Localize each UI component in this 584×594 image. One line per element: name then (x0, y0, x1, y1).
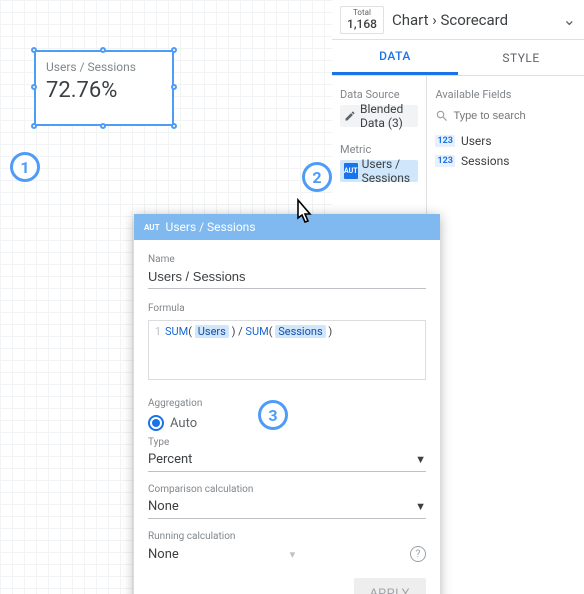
tab-data[interactable]: DATA (332, 40, 458, 75)
data-source-name: Blended Data (3) (360, 102, 414, 130)
editor-body: Name Formula 1 SUM( Users ) / SUM( Sessi… (134, 240, 440, 594)
resize-handle[interactable] (171, 84, 177, 90)
numeric-icon: 123 (435, 135, 455, 147)
editor-type-badge: AUT (144, 223, 160, 232)
metric-type-badge: AUT (344, 163, 358, 179)
resize-handle[interactable] (171, 123, 177, 129)
callout-2: 2 (302, 162, 332, 192)
formula-code: SUM( Users ) / SUM( Sessions ) (165, 325, 332, 375)
formula-label: Formula (148, 303, 426, 314)
pointer-cursor-icon (289, 198, 319, 236)
field-search[interactable] (435, 105, 584, 127)
available-fields-label: Available Fields (435, 88, 584, 101)
running-select[interactable]: None▾? (148, 542, 426, 566)
comparison-select[interactable]: None▼ (148, 495, 426, 519)
chevron-down-icon[interactable]: ⌄ (563, 10, 576, 29)
search-icon (435, 109, 449, 123)
tab-style[interactable]: STYLE (458, 40, 584, 75)
calculated-field-editor: AUT Users / Sessions Name Formula 1 SUM(… (134, 214, 440, 594)
data-source-chip[interactable]: Blended Data (3) (340, 105, 418, 127)
dropdown-icon: ▾ (290, 548, 296, 561)
scorecard-chart[interactable]: Users / Sessions 72.76% (34, 50, 174, 126)
callout-1: 1 (10, 152, 40, 182)
data-source-label: Data Source (340, 88, 418, 101)
metric-chip[interactable]: AUT Users / Sessions (340, 160, 418, 182)
type-label: Type (148, 437, 426, 448)
app-root: Users / Sessions 72.76% 1 Total 1,168 Ch… (0, 0, 584, 594)
numeric-icon: 123 (435, 155, 455, 167)
field-item-sessions[interactable]: 123Sessions (435, 151, 584, 171)
resize-handle[interactable] (31, 84, 37, 90)
name-label: Name (148, 254, 426, 265)
panel-header: Total 1,168 Chart › Scorecard ⌄ (332, 0, 584, 40)
scorecard-value: 72.76% (46, 78, 162, 103)
total-label: Total (347, 9, 377, 17)
line-gutter: 1 (153, 325, 165, 375)
resize-handle[interactable] (31, 123, 37, 129)
field-search-input[interactable] (453, 110, 584, 122)
metric-name: Users / Sessions (362, 157, 415, 185)
comparison-label: Comparison calculation (148, 484, 426, 495)
available-fields-column: Available Fields 123Users 123Sessions (427, 76, 584, 594)
name-input[interactable] (148, 265, 426, 289)
callout-3: 3 (258, 400, 288, 430)
dropdown-icon: ▼ (415, 453, 426, 466)
apply-button[interactable]: APPLY (354, 578, 426, 594)
resize-handle[interactable] (171, 47, 177, 53)
type-select[interactable]: Percent▼ (148, 448, 426, 472)
running-label: Running calculation (148, 531, 426, 542)
pencil-icon (344, 108, 356, 124)
breadcrumb[interactable]: Chart › Scorecard (392, 11, 563, 29)
radio-icon (148, 415, 164, 431)
scorecard-title: Users / Sessions (46, 60, 162, 74)
dropdown-icon: ▼ (415, 500, 426, 513)
field-item-users[interactable]: 123Users (435, 131, 584, 151)
help-icon[interactable]: ? (410, 546, 426, 562)
resize-handle[interactable] (100, 47, 106, 53)
metric-label: Metric (340, 143, 418, 156)
editor-header-title: Users / Sessions (166, 220, 256, 234)
aggregation-label: Aggregation (148, 398, 426, 409)
resize-handle[interactable] (100, 123, 106, 129)
editor-header: AUT Users / Sessions (134, 214, 440, 240)
formula-input[interactable]: 1 SUM( Users ) / SUM( Sessions ) (148, 320, 426, 380)
total-value: 1,168 (347, 17, 377, 31)
total-box: Total 1,168 (340, 6, 384, 34)
resize-handle[interactable] (31, 47, 37, 53)
panel-tabs: DATA STYLE (332, 40, 584, 76)
